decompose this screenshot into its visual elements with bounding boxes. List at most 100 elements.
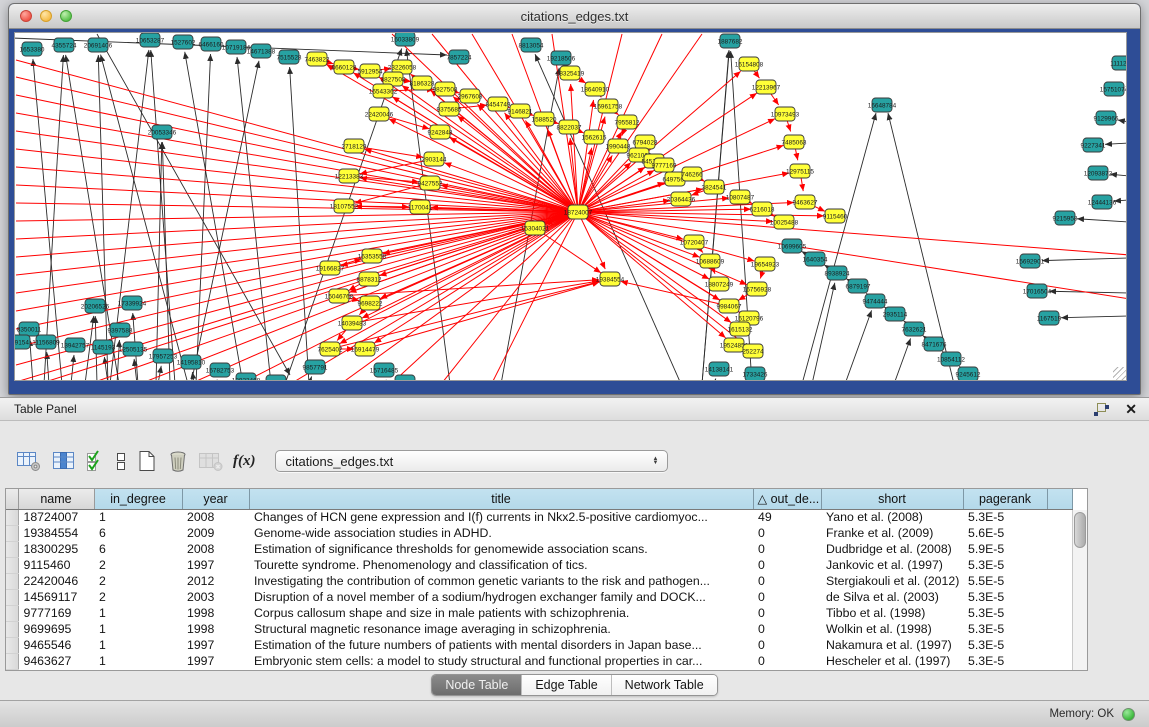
table-cell[interactable]: Nakamura et al. (1997)	[821, 637, 963, 653]
network-node[interactable]: 9129966	[1094, 111, 1119, 125]
network-node[interactable]: 1145193	[91, 340, 116, 354]
table-cell[interactable]: Hescheler et al. (1997)	[821, 653, 963, 669]
table-cell[interactable]: 1	[94, 509, 182, 525]
network-node[interactable]: 16914479	[351, 342, 380, 356]
network-node[interactable]: 8471676	[922, 337, 947, 351]
network-node[interactable]: 14138141	[705, 362, 734, 376]
network-node[interactable]: 15046768	[325, 289, 354, 303]
network-node[interactable]: 9215958	[1053, 211, 1078, 225]
network-node[interactable]: 18640910	[581, 82, 610, 96]
network-node[interactable]: 7485063	[782, 135, 807, 149]
network-node[interactable]: 1640354	[803, 252, 828, 266]
table-cell[interactable]	[1047, 509, 1072, 525]
table-cell[interactable]: 5.3E-5	[963, 605, 1047, 621]
network-node[interactable]: 9245612	[956, 367, 981, 381]
network-node[interactable]: 19654923	[751, 257, 780, 271]
table-cell[interactable]: 2003	[182, 589, 249, 605]
network-node[interactable]: 8350011	[17, 322, 42, 336]
table-cell[interactable]: 1998	[182, 605, 249, 621]
table-cell[interactable]: 1	[94, 637, 182, 653]
table-cell[interactable]	[1047, 525, 1072, 541]
table-cell[interactable]: Investigating the contribution of common…	[249, 573, 753, 589]
table-cell[interactable]: 0	[753, 637, 821, 653]
network-node[interactable]: 16756928	[743, 282, 772, 296]
import-table-button[interactable]	[198, 448, 224, 474]
network-node[interactable]: 39154	[15, 335, 30, 349]
network-node[interactable]: 7632621	[902, 322, 927, 336]
network-node[interactable]: 6879197	[846, 279, 871, 293]
network-node[interactable]: 6466160	[199, 37, 224, 51]
table-cell[interactable]: 2008	[182, 541, 249, 557]
close-panel-icon[interactable]: ✕	[1125, 402, 1137, 416]
table-row[interactable]: 1456911722003Disruption of a novel membe…	[6, 589, 1072, 605]
network-node[interactable]: 2903144	[422, 152, 447, 166]
table-cell[interactable]: 9777169	[18, 605, 94, 621]
network-node[interactable]: 9227341	[1081, 138, 1106, 152]
network-node[interactable]: 12213967	[752, 80, 781, 94]
table-cell[interactable]: Estimation of the future numbers of pati…	[249, 637, 753, 653]
table-cell[interactable]	[1047, 541, 1072, 557]
table-cell[interactable]: 22420046	[18, 573, 94, 589]
table-cell[interactable]: Tibbo et al. (1998)	[821, 605, 963, 621]
table-cell[interactable]: 9465546	[18, 637, 94, 653]
network-node[interactable]: 19166827	[316, 261, 345, 275]
network-node[interactable]: 12444136	[1088, 195, 1117, 209]
network-node[interactable]: 1653380	[20, 42, 45, 56]
table-cell[interactable]: 5.9E-5	[963, 541, 1047, 557]
network-node[interactable]: 1222808	[393, 375, 418, 381]
network-node[interactable]: 8813054	[519, 38, 544, 52]
table-cell[interactable]: 1997	[182, 653, 249, 669]
new-table-button[interactable]	[136, 448, 158, 474]
network-node[interactable]: 7463822	[305, 52, 330, 66]
network-node[interactable]: 1170041	[408, 200, 433, 214]
table-cell[interactable]: 1997	[182, 557, 249, 573]
float-panel-icon[interactable]	[1094, 403, 1109, 416]
network-node[interactable]: 9463627	[793, 195, 818, 209]
column-header-blank[interactable]	[1047, 489, 1072, 509]
network-node[interactable]: 9984067	[717, 299, 742, 313]
network-node[interactable]: 12975115	[786, 164, 814, 178]
network-node[interactable]: 10653287	[136, 33, 165, 47]
table-cell[interactable]: Structural magnetic resonance image aver…	[249, 621, 753, 637]
network-node[interactable]: 1990448	[606, 139, 631, 153]
table-row[interactable]: 969969511998Structural magnetic resonanc…	[6, 621, 1072, 637]
network-node[interactable]: 8878312	[357, 272, 382, 286]
table-cell[interactable]: 5.6E-5	[963, 525, 1047, 541]
network-node[interactable]: 4355724	[52, 38, 77, 52]
table-row[interactable]: 1938455462009Genome-wide association stu…	[6, 525, 1072, 541]
network-node[interactable]: 7857224	[447, 50, 472, 64]
network-node[interactable]: 9474444	[863, 294, 888, 308]
table-row[interactable]: 946554611997Estimation of the future num…	[6, 637, 1072, 653]
table-cell[interactable]: Genome-wide association studies in ADHD.	[249, 525, 753, 541]
network-node[interactable]: 20691406	[84, 38, 113, 52]
table-cell[interactable]: 0	[753, 541, 821, 557]
table-cell[interactable]: 14569117	[18, 589, 94, 605]
table-cell[interactable]: 9115460	[18, 557, 94, 573]
network-node[interactable]: 1111258	[1110, 56, 1127, 70]
table-cell[interactable]: Wolkin et al. (1998)	[821, 621, 963, 637]
table-mode-button[interactable]	[16, 448, 42, 474]
network-node[interactable]: 746266	[681, 167, 703, 181]
table-cell[interactable]: Corpus callosum shape and size in male p…	[249, 605, 753, 621]
table-cell[interactable]: 0	[753, 621, 821, 637]
table-cell[interactable]: 1	[94, 605, 182, 621]
column-header-pagerank[interactable]: pagerank	[963, 489, 1047, 509]
minimize-window-button[interactable]	[40, 10, 52, 22]
tab-node-table[interactable]: Node Table	[432, 675, 522, 695]
network-node[interactable]: 10807487	[726, 190, 755, 204]
column-header-name[interactable]: name	[18, 489, 94, 509]
network-node[interactable]: 3824541	[702, 180, 727, 194]
table-cell[interactable]: 2	[94, 557, 182, 573]
network-node[interactable]: 1733426	[743, 367, 768, 381]
table-cell[interactable]: 9699695	[18, 621, 94, 637]
table-cell[interactable]: 0	[753, 557, 821, 573]
table-cell[interactable]: 2009	[182, 525, 249, 541]
network-node[interactable]: 7625402	[318, 342, 343, 356]
network-node[interactable]: 12923468	[232, 373, 261, 381]
network-node[interactable]: 11156809	[32, 335, 60, 349]
table-cell[interactable]: Estimation of significance thresholds fo…	[249, 541, 753, 557]
network-node[interactable]: 1588520	[532, 112, 557, 126]
column-header-title[interactable]: title	[249, 489, 753, 509]
table-cell[interactable]: 6	[94, 525, 182, 541]
network-node[interactable]: 16033809	[391, 33, 420, 46]
